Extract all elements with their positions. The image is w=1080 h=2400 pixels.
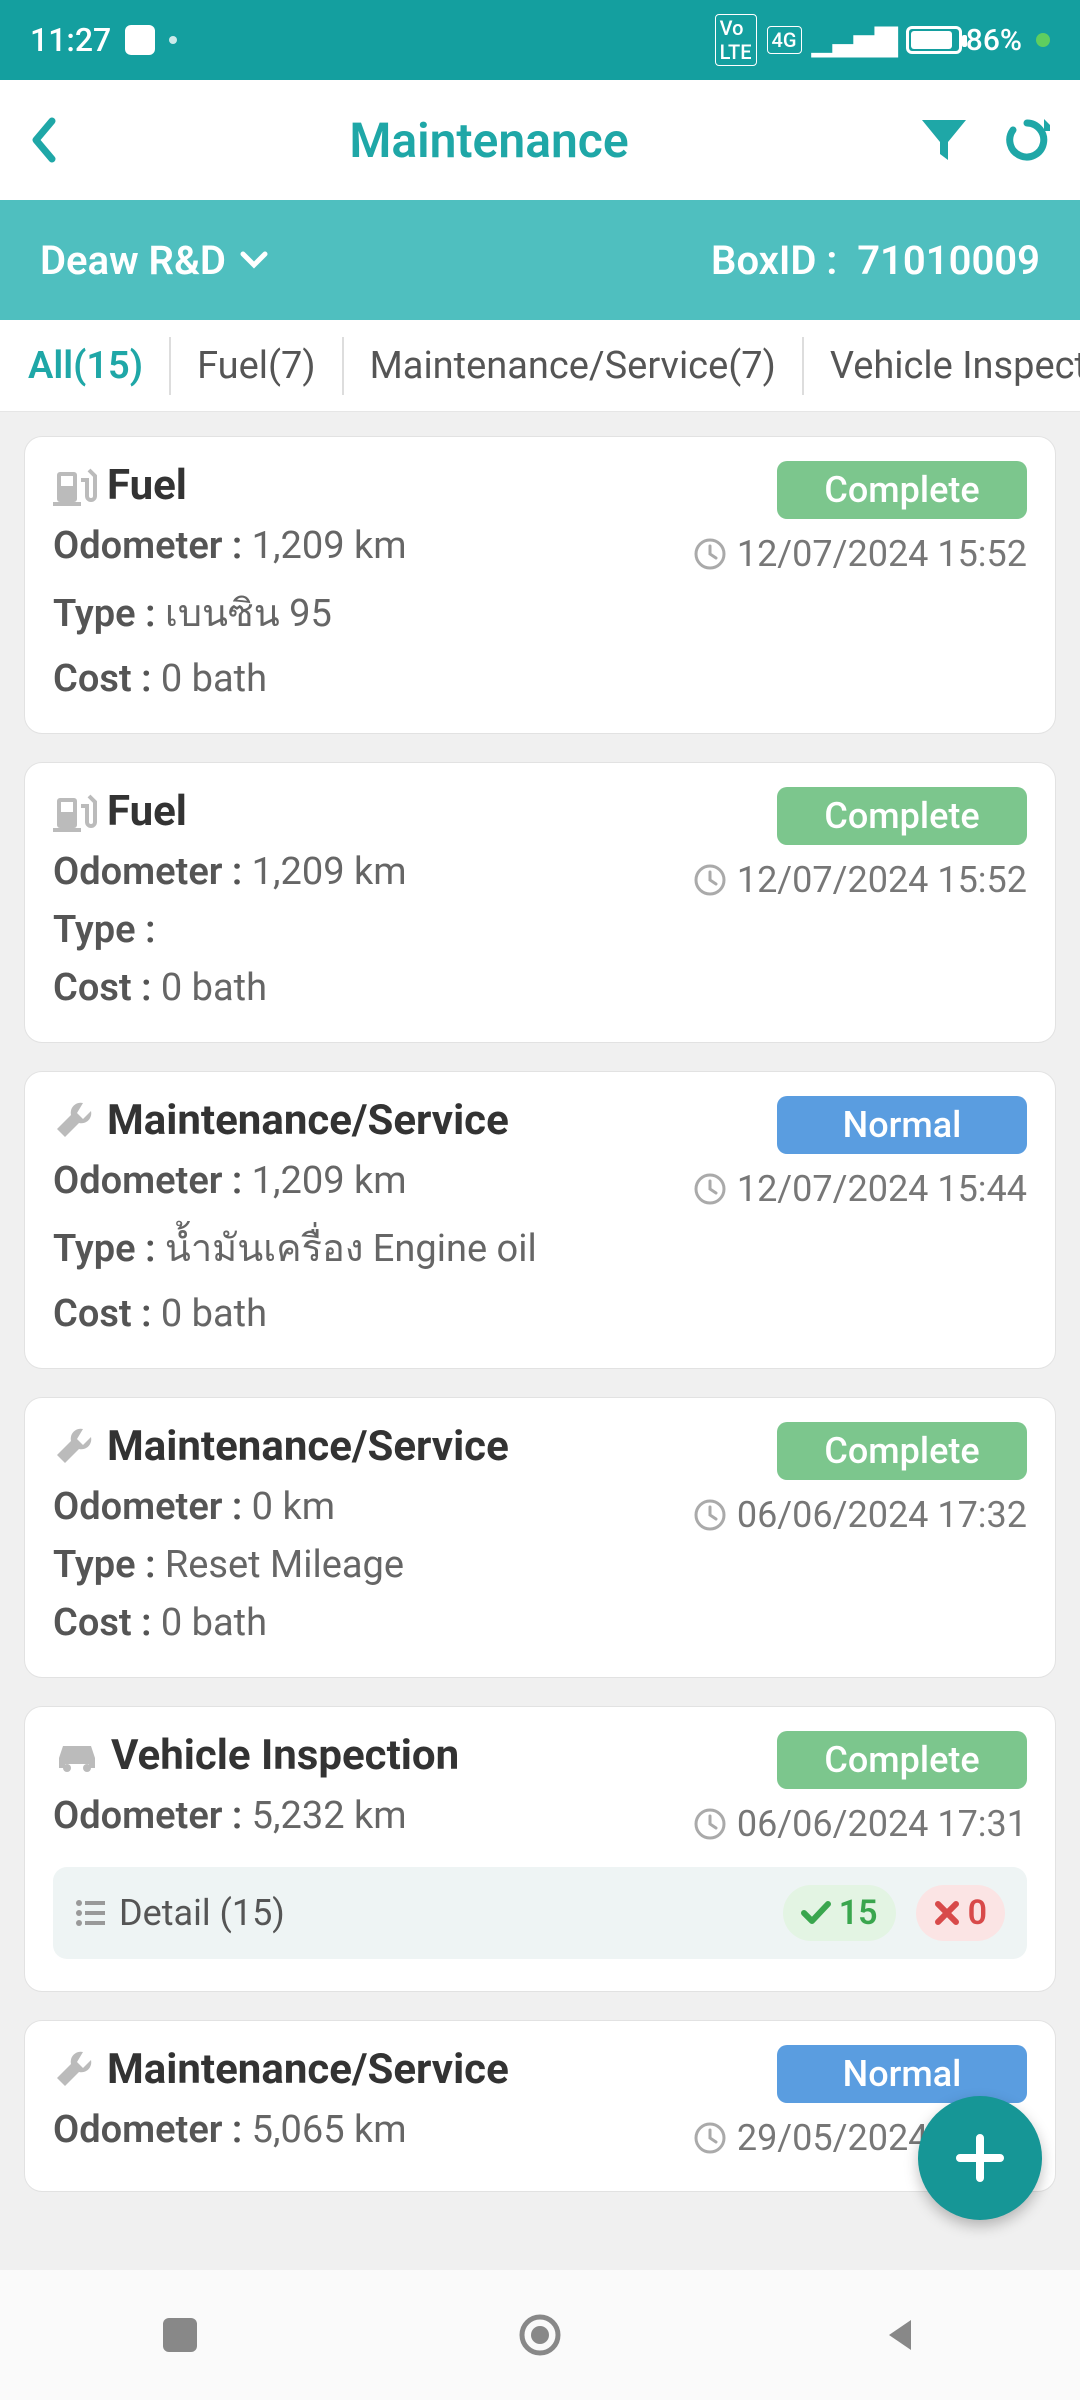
tab-maintenance[interactable]: Maintenance/Service(7) xyxy=(344,337,804,395)
filter-button[interactable] xyxy=(920,118,968,162)
signal-icon: ▁▃▅▇ xyxy=(812,23,896,58)
wrench-icon xyxy=(53,2048,97,2092)
status-app-indicator xyxy=(125,25,155,55)
wrench-icon xyxy=(53,1425,97,1469)
status-badge: Normal xyxy=(777,2045,1027,2103)
refresh-icon xyxy=(1004,117,1050,163)
card-title: Vehicle Inspection xyxy=(53,1731,459,1780)
clock-icon xyxy=(693,1172,727,1206)
circle-icon xyxy=(517,2312,563,2358)
app-header: Maintenance xyxy=(0,80,1080,200)
fuel-icon xyxy=(53,466,97,506)
chevron-left-icon xyxy=(30,117,58,163)
fail-chip: 0 xyxy=(916,1885,1005,1941)
battery-percent: 86% xyxy=(966,23,1022,58)
card-title: Maintenance/Service xyxy=(53,1096,537,1145)
clock-icon xyxy=(693,2121,727,2155)
status-time: 11:27 xyxy=(30,21,111,59)
card-title: Maintenance/Service xyxy=(53,2045,509,2094)
square-icon xyxy=(161,2316,199,2354)
refresh-button[interactable] xyxy=(1004,117,1050,163)
record-card[interactable]: Vehicle Inspection Odometer : 5,232 km C… xyxy=(24,1706,1056,1992)
card-title: Fuel xyxy=(53,787,407,836)
tab-fuel[interactable]: Fuel(7) xyxy=(171,337,344,395)
list-icon xyxy=(75,1899,107,1927)
status-badge: Complete xyxy=(777,787,1027,845)
funnel-icon xyxy=(920,118,968,162)
triangle-left-icon xyxy=(881,2316,919,2354)
card-title: Fuel xyxy=(53,461,407,510)
record-card[interactable]: Maintenance/Service Odometer : 1,209 kmT… xyxy=(24,1071,1056,1369)
record-card[interactable]: Fuel Odometer : 1,209 kmType : Cost : 0 … xyxy=(24,762,1056,1043)
box-id-display: BoxID : 71010009 xyxy=(711,237,1040,284)
tab-inspection[interactable]: Vehicle Inspection( xyxy=(804,337,1080,395)
back-button[interactable] xyxy=(30,117,58,163)
timestamp: 12/07/2024 15:52 xyxy=(693,533,1027,575)
fuel-icon xyxy=(53,792,97,832)
timestamp: 06/06/2024 17:32 xyxy=(693,1494,1027,1536)
volte-icon: VoLTE xyxy=(715,14,757,66)
vehicle-selector-bar: Deaw R&D BoxID : 71010009 xyxy=(0,200,1080,320)
status-bar: 11:27 VoLTE 4G ▁▃▅▇ 86% xyxy=(0,0,1080,80)
pass-chip: 15 xyxy=(783,1885,896,1941)
detail-label: Detail (15) xyxy=(119,1892,285,1934)
card-title: Maintenance/Service xyxy=(53,1422,509,1471)
status-badge: Normal xyxy=(777,1096,1027,1154)
timestamp: 12/07/2024 15:52 xyxy=(693,859,1027,901)
clock-icon xyxy=(693,863,727,897)
car-icon xyxy=(53,1738,101,1774)
nav-recent[interactable] xyxy=(156,2311,204,2359)
clock-icon xyxy=(693,1807,727,1841)
plus-icon xyxy=(952,2130,1008,2186)
vehicle-dropdown[interactable]: Deaw R&D xyxy=(40,237,268,284)
timestamp: 06/06/2024 17:31 xyxy=(693,1803,1027,1845)
tab-all[interactable]: All(15) xyxy=(0,337,171,395)
status-badge: Complete xyxy=(777,1422,1027,1480)
nav-home[interactable] xyxy=(516,2311,564,2359)
wrench-icon xyxy=(53,1099,97,1143)
timestamp: 12/07/2024 15:44 xyxy=(693,1168,1027,1210)
record-list[interactable]: Fuel Odometer : 1,209 kmType : เบนซิน 95… xyxy=(0,412,1080,2270)
nav-back[interactable] xyxy=(876,2311,924,2359)
detail-row[interactable]: Detail (15) 15 0 xyxy=(53,1867,1027,1959)
status-green-dot xyxy=(1036,33,1050,47)
status-badge: Complete xyxy=(777,1731,1027,1789)
record-card[interactable]: Fuel Odometer : 1,209 kmType : เบนซิน 95… xyxy=(24,436,1056,734)
record-card[interactable]: Maintenance/Service Odometer : 5,065 km … xyxy=(24,2020,1056,2192)
battery-icon xyxy=(906,26,962,54)
status-dot xyxy=(169,36,177,44)
network-type: 4G xyxy=(767,26,802,54)
vehicle-name: Deaw R&D xyxy=(40,237,226,284)
chevron-down-icon xyxy=(240,251,268,269)
add-button[interactable] xyxy=(918,2096,1042,2220)
status-badge: Complete xyxy=(777,461,1027,519)
record-card[interactable]: Maintenance/Service Odometer : 0 kmType … xyxy=(24,1397,1056,1678)
clock-icon xyxy=(693,537,727,571)
filter-tabs: All(15) Fuel(7) Maintenance/Service(7) V… xyxy=(0,320,1080,412)
clock-icon xyxy=(693,1498,727,1532)
page-title: Maintenance xyxy=(349,112,628,169)
system-nav xyxy=(0,2270,1080,2400)
